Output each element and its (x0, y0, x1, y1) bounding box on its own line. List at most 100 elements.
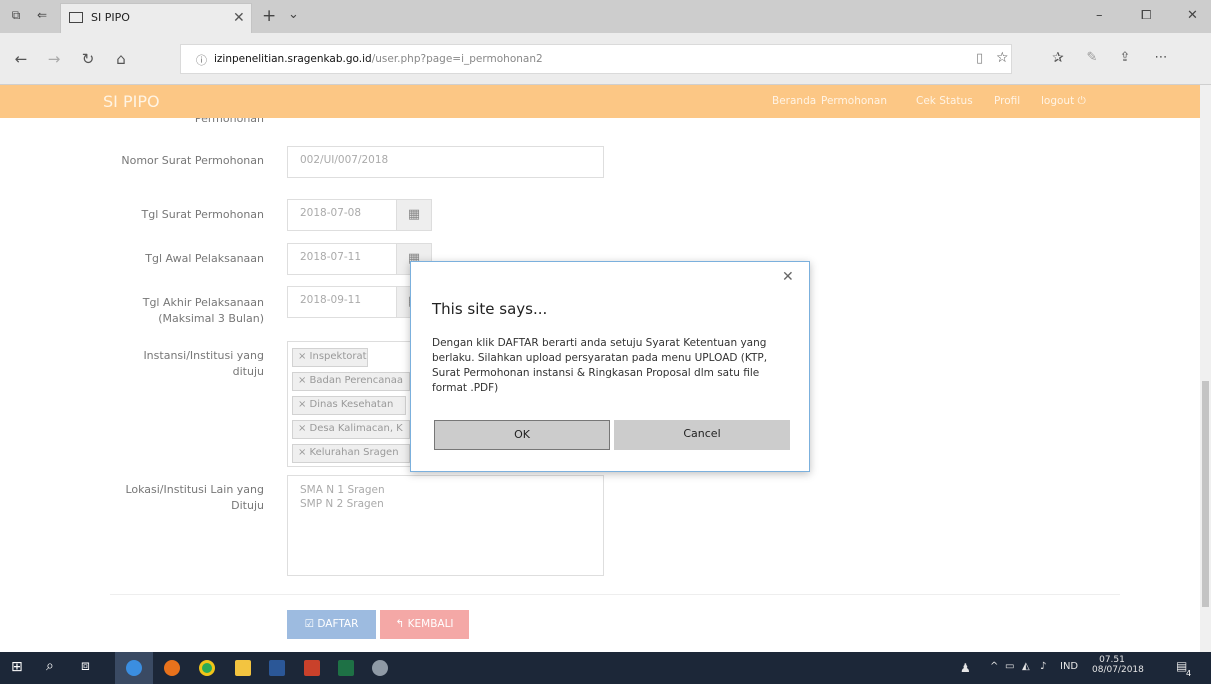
battery-icon[interactable]: ▭ (1005, 661, 1014, 672)
clock-time: 07.51 (1099, 655, 1125, 665)
tgl-surat-label: Tgl Surat Permohonan (141, 208, 264, 221)
reading-view-icon[interactable]: ▯ (976, 51, 983, 66)
firefox-icon[interactable] (164, 660, 180, 676)
scrollbar-thumb[interactable] (1202, 381, 1209, 607)
tab-close-icon[interactable]: ✕ (233, 10, 245, 26)
tgl-akhir-label: Tgl Akhir Pelaksanaan (142, 296, 264, 309)
instansi-tag[interactable]: × Desa Kalimacan, K (292, 420, 410, 439)
menu-cek-status[interactable]: Cek Status (916, 95, 973, 107)
lokasi-label: Lokasi/Institusi Lain yang Dituju (125, 483, 264, 512)
clock[interactable]: 07.51 08/07/2018 (1092, 655, 1144, 675)
tgl-akhir-input[interactable]: 2018-09-11 (287, 286, 397, 318)
share-icon[interactable]: ⇪ (1114, 50, 1136, 65)
instansi-tag[interactable]: × Kelurahan Sragen (292, 444, 410, 463)
daftar-label: DAFTAR (317, 618, 359, 630)
instansi-tag[interactable]: × Badan Perencanaa (292, 372, 410, 391)
chevron-down-icon[interactable]: ⌄ (288, 7, 299, 22)
app-icon[interactable] (372, 660, 388, 676)
people-icon[interactable]: ♟ (960, 661, 971, 675)
address-bar[interactable]: ⓘ izinpenelitian.sragenkab.go.id/user.ph… (180, 44, 1012, 74)
instansi-tag[interactable]: × Inspektorat (292, 348, 368, 367)
divider (110, 594, 1120, 595)
file-explorer-icon[interactable] (235, 660, 251, 676)
search-icon[interactable]: ⌕ (46, 658, 54, 674)
power-icon: ⏻ (1077, 95, 1086, 107)
nomor-surat-input[interactable]: 002/UI/007/2018 (287, 146, 604, 178)
windows-start-icon[interactable]: ⊞ (11, 659, 23, 675)
instansi-tag[interactable]: × Dinas Kesehatan (292, 396, 406, 415)
instansi-label-wrap: Instansi/Institusi yang dituju (110, 348, 264, 380)
tgl-surat-label-wrap: Tgl Surat Permohonan (100, 207, 264, 223)
powerpoint-icon[interactable] (304, 660, 320, 676)
url-text: izinpenelitian.sragenkab.go.id/user.php?… (214, 53, 543, 65)
edge-icon[interactable] (126, 660, 142, 676)
browser-toolbar: ← → ↻ ⌂ ⓘ izinpenelitian.sragenkab.go.id… (0, 33, 1211, 85)
field-label: Permohonan (194, 118, 264, 125)
cancel-button[interactable]: Cancel (614, 420, 790, 450)
close-icon[interactable]: ✕ (782, 269, 794, 285)
instansi-multiselect[interactable]: × Inspektorat × Badan Perencanaa × Dinas… (287, 341, 412, 467)
favorites-hub-icon[interactable]: ✰ (1047, 50, 1069, 66)
nomor-surat-label: Nomor Surat Permohonan (121, 154, 264, 167)
windows-taskbar: ⊞ ⌕ ⧈ ♟ ^ ▭ ◭ ♪ IND 07.51 08/07/2018 ▤ 4 (0, 652, 1211, 684)
chevron-up-icon[interactable]: ^ (990, 661, 998, 672)
clock-date: 08/07/2018 (1092, 665, 1144, 675)
new-tab-icon[interactable]: + (262, 6, 276, 26)
network-icon[interactable]: ◭ (1022, 661, 1030, 672)
tgl-akhir-sublabel: (Maksimal 3 Bulan) (158, 312, 264, 325)
forward-arrow-icon[interactable]: → (43, 50, 65, 68)
tgl-awal-input[interactable]: 2018-07-11 (287, 243, 397, 275)
instansi-label: Instansi/Institusi yang dituju (143, 349, 264, 378)
menu-permohonan[interactable]: Permohonan (821, 95, 887, 107)
notification-count: 4 (1186, 669, 1192, 678)
check-square-icon: ☑ (304, 618, 315, 630)
ok-button[interactable]: OK (434, 420, 610, 450)
page-scrollbar[interactable] (1200, 85, 1211, 652)
info-icon[interactable]: ⓘ (196, 52, 207, 68)
language-indicator[interactable]: IND (1060, 661, 1078, 672)
menu-logout[interactable]: logout ⏻ (1041, 95, 1086, 108)
lokasi-line: SMA N 1 Sragen (300, 484, 385, 496)
tgl-awal-label: Tgl Awal Pelaksanaan (145, 252, 264, 265)
tgl-surat-input[interactable]: 2018-07-08 (287, 199, 397, 231)
logout-label: logout (1041, 95, 1075, 107)
browser-tab[interactable]: SI PIPO ✕ (60, 3, 252, 33)
back-arrow-icon[interactable]: ← (10, 50, 32, 68)
volume-icon[interactable]: ♪ (1040, 661, 1046, 672)
calendar-icon[interactable]: ▦ (396, 199, 432, 231)
favorite-star-icon[interactable]: ☆ (996, 50, 1009, 66)
chrome-icon[interactable] (199, 660, 215, 676)
lokasi-line: SMP N 2 Sragen (300, 498, 384, 510)
lokasi-label-wrap: Lokasi/Institusi Lain yang Dituju (110, 482, 264, 514)
excel-icon[interactable] (338, 660, 354, 676)
task-view-icon[interactable]: ⧈ (81, 658, 90, 674)
dialog-message: Dengan klik DAFTAR berarti anda setuju S… (432, 337, 768, 394)
minimize-icon[interactable]: – (1096, 8, 1103, 23)
tgl-awal-label-wrap: Tgl Awal Pelaksanaan (100, 251, 264, 267)
menu-beranda[interactable]: Beranda (772, 95, 816, 107)
site-navbar: SI PIPO Beranda Permohonan Cek Status Pr… (0, 85, 1200, 118)
close-window-icon[interactable]: ✕ (1187, 8, 1198, 23)
word-icon[interactable] (269, 660, 285, 676)
tab-preview-icon[interactable]: ⇐ (34, 8, 50, 22)
pen-icon[interactable]: ✎ (1081, 50, 1103, 65)
nomor-label-wrap: Nomor Surat Permohonan (120, 153, 264, 169)
kembali-label: KEMBALI (407, 618, 454, 630)
home-icon[interactable]: ⌂ (110, 50, 132, 68)
more-icon[interactable]: ⋯ (1150, 50, 1172, 65)
url-path: /user.php?page=i_permohonan2 (371, 53, 543, 65)
reply-arrow-icon: ↰ (395, 618, 405, 630)
tab-set-aside-icon[interactable]: ⧉ (8, 8, 24, 22)
refresh-icon[interactable]: ↻ (77, 50, 99, 68)
browser-titlebar: ⧉ ⇐ SI PIPO ✕ + ⌄ – ⧠ ✕ (0, 0, 1211, 33)
maximize-icon[interactable]: ⧠ (1141, 8, 1151, 23)
menu-profil[interactable]: Profil (994, 95, 1020, 107)
kembali-button[interactable]: ↰ KEMBALI (380, 610, 469, 639)
cut-label-wrap: Permohonan (0, 118, 264, 132)
tgl-akhir-label-wrap: Tgl Akhir Pelaksanaan (Maksimal 3 Bulan) (100, 295, 264, 327)
daftar-button[interactable]: ☑ DAFTAR (287, 610, 376, 639)
lokasi-textarea[interactable]: SMA N 1 Sragen SMP N 2 Sragen (287, 475, 604, 576)
site-brand[interactable]: SI PIPO (103, 92, 160, 111)
page-favicon-icon (69, 12, 83, 23)
url-domain: izinpenelitian.sragenkab.go.id (214, 53, 372, 65)
